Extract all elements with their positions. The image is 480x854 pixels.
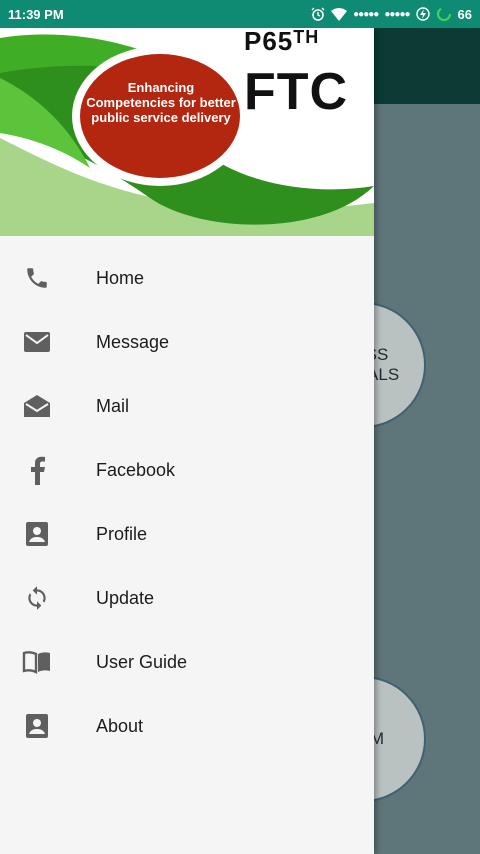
- menu-label-mail: Mail: [96, 395, 130, 416]
- contact-card-icon: [22, 711, 52, 741]
- menu-item-about[interactable]: About: [0, 694, 374, 758]
- charging-icon: [415, 7, 430, 21]
- menu-item-user-guide[interactable]: User Guide: [0, 630, 374, 694]
- header-badge-text: Enhancing Competencies for better public…: [86, 80, 236, 125]
- facebook-icon: [22, 455, 52, 485]
- book-icon: [22, 647, 52, 677]
- phone-icon: [22, 263, 52, 293]
- signal-icon: ●●●●●: [384, 8, 410, 20]
- contact-card-icon: [22, 519, 52, 549]
- drawer-header: Enhancing Competencies for better public…: [0, 28, 374, 236]
- header-title-line2: FTC: [244, 63, 349, 121]
- menu-item-facebook[interactable]: Facebook: [0, 438, 374, 502]
- menu-label-facebook: Facebook: [96, 459, 176, 480]
- menu-label-home: Home: [96, 267, 145, 288]
- header-title-line1: P65TH: [244, 28, 320, 56]
- header-title-superscript: TH: [293, 28, 320, 47]
- menu-item-message[interactable]: Message: [0, 310, 374, 374]
- drawer-menu: Home Message Mail Facebook Profile Updat…: [0, 236, 374, 758]
- menu-item-update[interactable]: Update: [0, 566, 374, 630]
- status-time: 11:39 PM: [8, 6, 64, 22]
- navigation-drawer: Enhancing Competencies for better public…: [0, 28, 374, 854]
- menu-label-user-guide: User Guide: [96, 651, 188, 672]
- signal-icon: ●●●●●: [353, 8, 379, 20]
- open-mail-icon: [22, 391, 52, 421]
- menu-label-message: Message: [96, 331, 170, 352]
- battery-level: 66: [457, 6, 472, 22]
- menu-item-profile[interactable]: Profile: [0, 502, 374, 566]
- wifi-icon: [331, 7, 348, 21]
- status-bar: 11:39 PM ●●●●● ●●●●● 66: [0, 0, 480, 28]
- menu-label-update: Update: [96, 587, 155, 608]
- menu-item-mail[interactable]: Mail: [0, 374, 374, 438]
- menu-label-profile: Profile: [96, 523, 148, 544]
- status-icons: ●●●●● ●●●●● 66: [311, 6, 472, 22]
- envelope-icon: [22, 327, 52, 357]
- alarm-icon: [311, 7, 325, 21]
- battery-ring-icon: [436, 6, 452, 22]
- sync-icon: [22, 583, 52, 613]
- menu-item-home[interactable]: Home: [0, 246, 374, 310]
- menu-label-about: About: [96, 715, 144, 736]
- header-artwork: [0, 34, 374, 236]
